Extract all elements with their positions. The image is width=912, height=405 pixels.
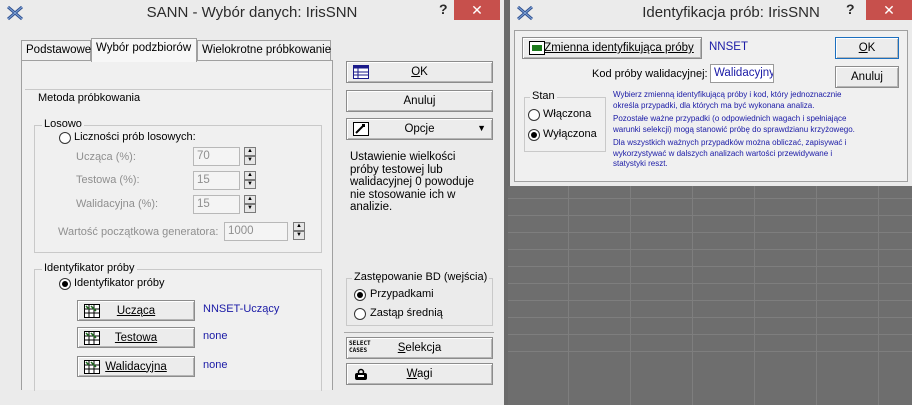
state-group (524, 97, 606, 152)
seed-stepper[interactable]: ▲ ▼ (293, 222, 305, 241)
dropdown-arrow-icon: ▼ (477, 123, 486, 133)
seed-label: Wartość początkowa generatora: (58, 226, 219, 238)
random-group-label: Losowo (42, 118, 84, 130)
state-off-radio[interactable] (528, 129, 540, 141)
seed-input[interactable]: 1000 (224, 222, 288, 241)
window-title: SANN - Wybór danych: IrisSNN (146, 4, 358, 21)
title-bar: SANN - Wybór danych: IrisSNN ? ✕ (0, 0, 504, 26)
sann-data-selection-window: SANN - Wybór danych: IrisSNN ? ✕ Podstaw… (0, 0, 504, 405)
cancel-button[interactable]: Anuluj (835, 66, 899, 88)
state-group-label: Stan (530, 90, 557, 102)
replace-mean-radio[interactable] (354, 308, 366, 320)
test-label: Testowa (%): (76, 174, 140, 186)
help-line: statystyki reszt. (613, 159, 668, 168)
selection-button-label: Selekcja (397, 342, 442, 354)
ok-button[interactable]: OK (835, 37, 899, 59)
info-line: analizie. (350, 201, 393, 213)
help-line: warunki selekcji) mogą stanowić próbę do… (613, 124, 855, 134)
validation-id-value: none (203, 359, 228, 371)
info-line: nie stosowanie ich w (350, 188, 456, 201)
cancel-button[interactable]: Anuluj (346, 90, 493, 112)
options-button-label: Opcje (404, 123, 435, 135)
training-label: Ucząca (%): (76, 151, 136, 163)
ok-button[interactable]: OK (346, 61, 493, 83)
help-line: wykorzystywać w dalszych analizach warto… (613, 148, 833, 158)
id-variable-button[interactable]: Zmienna identyfikująca próby (522, 37, 702, 59)
help-button[interactable]: ? (846, 1, 855, 17)
weights-button-label: Wagi (406, 368, 433, 380)
tab-panel: Metoda próbkowania Losowo Liczności prób… (21, 60, 333, 391)
help-line: Wybierz zmienną identyfikującą próby i k… (613, 90, 842, 99)
cancel-button-label: Anuluj (851, 71, 883, 83)
info-line: walidacyjnej 0 powoduje (350, 176, 475, 188)
validation-percent-input[interactable]: 15 (193, 195, 240, 214)
help-button[interactable]: ? (439, 1, 448, 17)
help-line: Pozostałe ważne przypadki (o odpowiednic… (613, 114, 847, 123)
info-line: próby testowej lub (350, 163, 443, 176)
options-button[interactable]: Opcje ▼ (346, 118, 493, 140)
info-line: Ustawienie wielkości (350, 151, 456, 163)
random-size-radio[interactable] (59, 132, 71, 144)
close-button[interactable]: ✕ (454, 0, 500, 20)
validation-code-label: Kod próby walidacyjnej: (592, 68, 708, 80)
id-variable-button-label: Zmienna identyfikująca próby (544, 42, 694, 54)
replace-casewise-label: Przypadkami (370, 288, 434, 300)
tab-multiple-sampling[interactable]: Wielokrotne próbkowanie (197, 40, 331, 60)
help-line: Dla wszystkich ważnych przypadków można … (613, 138, 847, 147)
replace-mean-label: Zastąp średnią (370, 307, 443, 319)
separator (344, 332, 494, 333)
test-id-button-label: Testowa (114, 331, 158, 344)
training-id-button-label: Ucząca (116, 304, 156, 317)
ok-button-label: OK (858, 42, 876, 54)
validation-percent-stepper[interactable]: ▲ ▼ (244, 195, 256, 214)
validation-code-input[interactable]: Walidacyjny (710, 64, 774, 83)
title-bar: Identyfikacja prób: IrisSNN ? ✕ (510, 0, 912, 26)
training-id-value: NNSET-Uczący (203, 303, 280, 315)
test-id-value: none (203, 330, 228, 342)
help-text: Wybierz zmienną identyfikującą próby i k… (613, 90, 855, 170)
id-radio-label: Identyfikator próby (74, 277, 165, 289)
state-on-radio[interactable] (528, 109, 540, 121)
state-on-label: Włączona (543, 108, 592, 120)
close-button[interactable]: ✕ (866, 0, 912, 20)
id-radio[interactable] (59, 278, 71, 290)
validation-id-button[interactable]: Walidacyjna (77, 356, 195, 377)
training-percent-stepper[interactable]: ▲ ▼ (244, 147, 256, 166)
window-title: Identyfikacja prób: IrisSNN (642, 4, 820, 21)
statistica-app-icon (517, 5, 533, 21)
dialog-body: Zmienna identyfikująca próby NNSET OK An… (514, 30, 908, 182)
weights-button[interactable]: Wagi (346, 363, 493, 385)
help-line: określa przypadki, dla których ma być wy… (613, 100, 815, 110)
training-id-button[interactable]: Ucząca (77, 300, 195, 321)
validation-label: Walidacyjna (%): (76, 198, 159, 210)
replace-md-group-label: Zastępowanie BD (wejścia) (352, 271, 490, 283)
cancel-button-label: Anuluj (403, 95, 436, 107)
test-percent-stepper[interactable]: ▲ ▼ (244, 171, 256, 190)
validation-id-button-label: Walidacyjna (105, 360, 167, 373)
spreadsheet-background (508, 186, 912, 405)
tab-basic[interactable]: Podstawowe (21, 40, 91, 60)
tab-subset-selection[interactable]: Wybór podzbiorów (91, 38, 197, 62)
sample-identification-window: Identyfikacja prób: IrisSNN ? ✕ Zmienna … (510, 0, 912, 186)
replace-casewise-radio[interactable] (354, 289, 366, 301)
test-percent-input[interactable]: 15 (193, 171, 240, 190)
selection-button[interactable]: SELECT CASES Selekcja (346, 337, 493, 359)
info-text: Ustawienie wielkości próby testowej lub … (350, 151, 474, 214)
state-off-label: Wyłączona (543, 128, 597, 140)
random-size-label: Liczności prób losowych: (74, 131, 196, 143)
ok-button-label: OK (411, 66, 428, 78)
id-group-label: Identyfikator próby (42, 262, 137, 274)
id-variable-value: NNSET (709, 41, 748, 53)
method-group-label: Metoda próbkowania (38, 92, 141, 104)
test-id-button[interactable]: Testowa (77, 327, 195, 348)
training-percent-input[interactable]: 70 (193, 147, 240, 166)
